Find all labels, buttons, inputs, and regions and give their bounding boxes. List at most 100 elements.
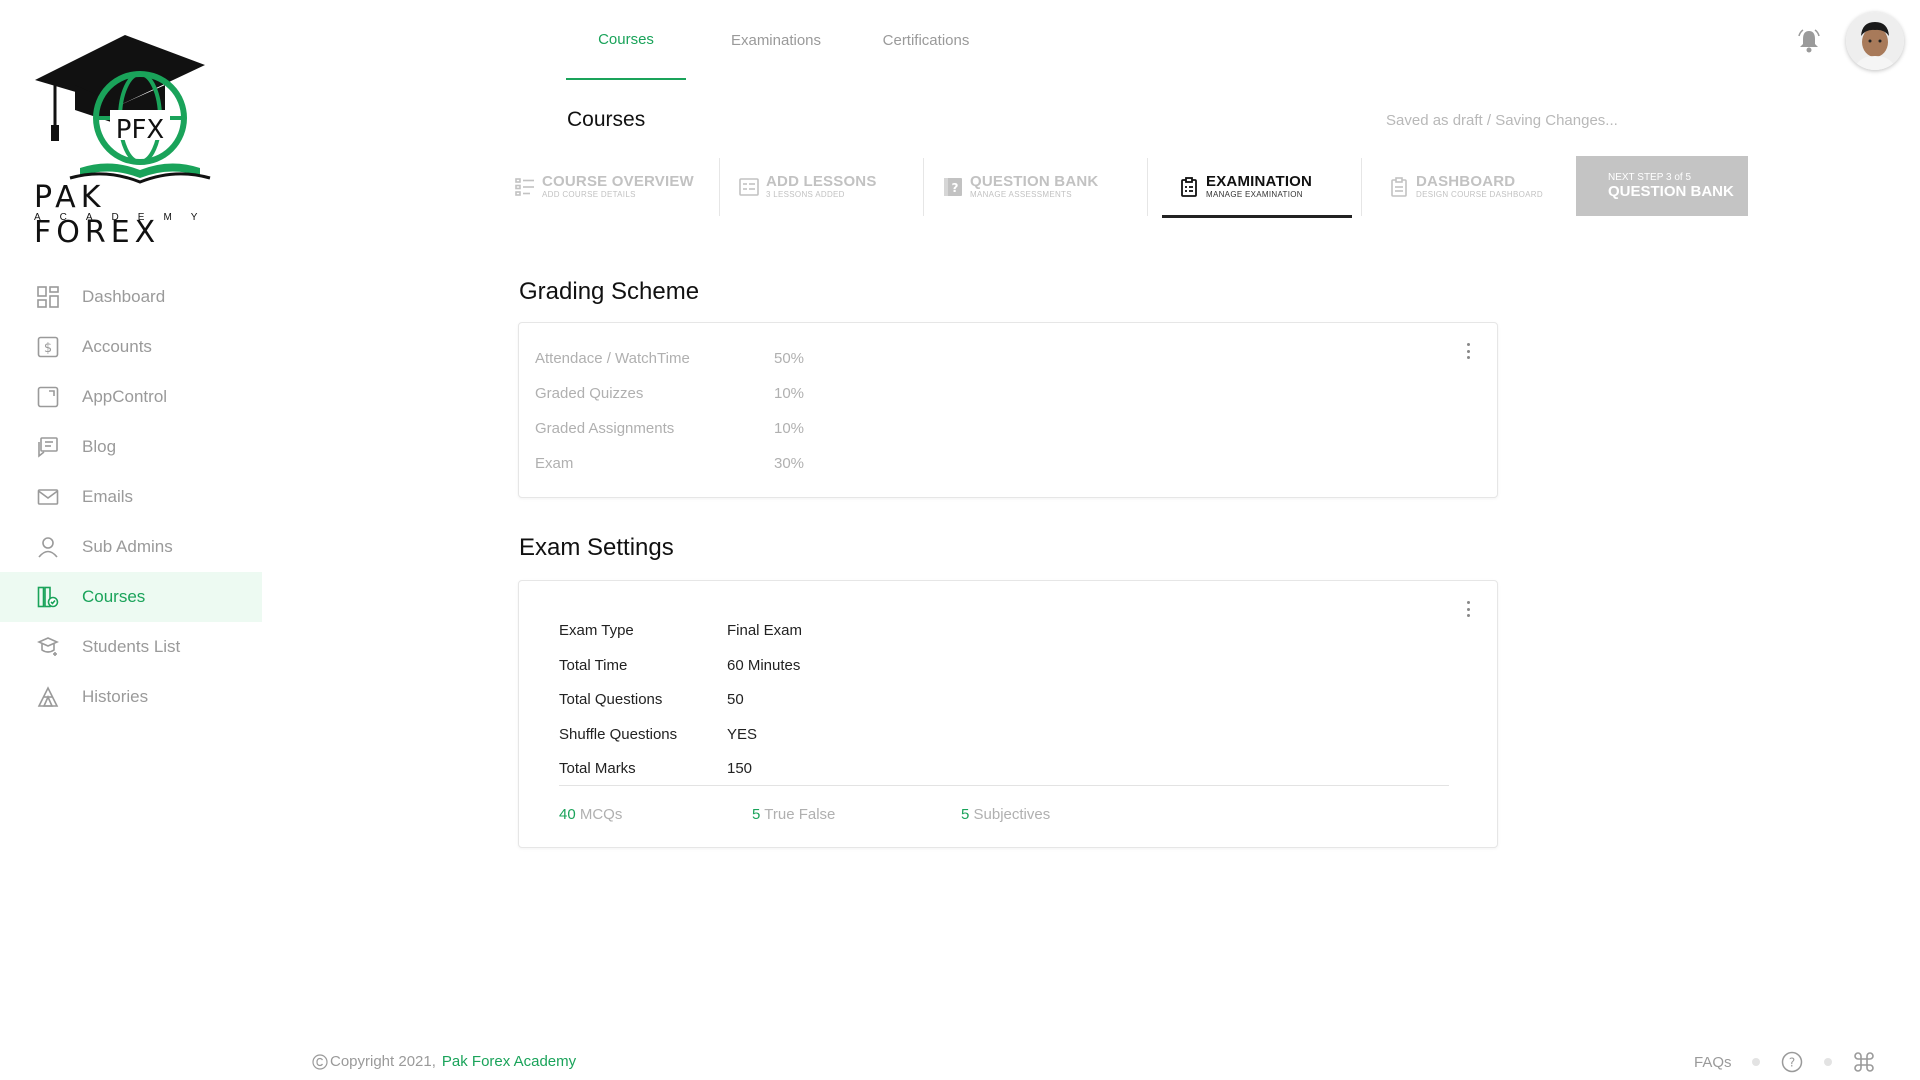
sidebar: PFX PAK FOREX ACADEMY Dashboard $ Accoun… [0, 0, 262, 1080]
step-question-bank[interactable]: ? QUESTION BANK MANAGE ASSESSMENTS [924, 156, 1148, 218]
step-title: QUESTION BANK [970, 173, 1099, 190]
sidebar-item-courses[interactable]: Courses [0, 572, 262, 622]
sidebar-item-sub-admins[interactable]: Sub Admins [0, 522, 262, 572]
courses-icon [36, 585, 60, 609]
step-subtitle: ADD COURSE DETAILS [542, 190, 636, 199]
app-control-icon [36, 385, 60, 409]
grading-more-icon[interactable] [1461, 343, 1475, 359]
step-examination[interactable]: EXAMINATION MANAGE EXAMINATION [1148, 156, 1362, 218]
grading-value: 30% [774, 455, 805, 472]
grading-scheme-title: Grading Scheme [519, 278, 700, 305]
tab-examinations[interactable]: Examinations [716, 0, 836, 80]
subjectives-count: 5 Subjectives [961, 806, 1051, 823]
sidebar-item-label: Emails [82, 487, 134, 506]
exam-setting-value: Final Exam [727, 622, 803, 639]
mcq-count: 40 MCQs [559, 806, 623, 823]
save-status: Saved as draft / Saving Changes... [1386, 112, 1618, 129]
sidebar-item-appcontrol[interactable]: AppControl [0, 372, 262, 422]
next-step-title: QUESTION BANK [1608, 183, 1734, 200]
email-icon [36, 485, 60, 509]
students-icon [36, 635, 60, 659]
sidebar-item-students-list[interactable]: Students List [0, 622, 262, 672]
separator-dot [1751, 1058, 1760, 1066]
grading-label: Exam [535, 455, 574, 472]
step-subtitle: 3 LESSONS ADDED [766, 190, 845, 199]
svg-text:PFX: PFX [116, 115, 164, 145]
exam-setting-label: Exam Type [559, 622, 634, 639]
step-title: COURSE OVERVIEW [542, 173, 694, 190]
exam-setting-label: Total Time [559, 657, 628, 674]
exam-settings-title: Exam Settings [519, 534, 674, 561]
sidebar-item-label: AppControl [82, 387, 168, 406]
step-subtitle: MANAGE ASSESSMENTS [970, 190, 1072, 199]
tab-certifications[interactable]: Certifications [866, 0, 986, 80]
sidebar-item-label: Dashboard [82, 287, 166, 306]
step-subtitle: MANAGE EXAMINATION [1206, 190, 1303, 199]
separator-dot [1823, 1058, 1832, 1066]
help-icon[interactable]: ? [1780, 1050, 1804, 1074]
sidebar-item-label: Sub Admins [82, 537, 173, 556]
exam-setting-label: Total Questions [559, 691, 663, 708]
dashboard-icon [36, 285, 60, 309]
list-icon [514, 176, 536, 198]
step-course-overview[interactable]: COURSE OVERVIEW ADD COURSE DETAILS [496, 156, 720, 218]
histories-icon [36, 685, 60, 709]
step-title: EXAMINATION [1206, 173, 1313, 190]
sidebar-item-histories[interactable]: Histories [0, 672, 262, 722]
top-nav-tabs: Courses Examinations Certifications [566, 0, 1016, 80]
exam-setting-label: Shuffle Questions [559, 726, 678, 743]
step-subtitle: DESIGN COURSE DASHBOARD [1416, 190, 1543, 199]
copyright-text: Copyright 2021, [330, 1053, 436, 1070]
sidebar-item-label: Histories [82, 687, 149, 706]
exam-setting-value: YES [727, 726, 758, 743]
step-title: DASHBOARD [1416, 173, 1516, 190]
sidebar-item-label: Courses [82, 587, 146, 606]
sidebar-item-label: Accounts [82, 337, 152, 356]
sidebar-item-blog[interactable]: Blog [0, 422, 262, 472]
svg-text:$: $ [44, 341, 52, 356]
footer-brand-link[interactable]: Pak Forex Academy [442, 1053, 576, 1070]
grading-value: 10% [774, 385, 805, 402]
true-false-count: 5 True False [752, 806, 836, 823]
grading-value: 50% [774, 350, 805, 367]
exam-setting-value: 150 [727, 760, 753, 777]
dashboard-clipboard-icon [1388, 176, 1410, 198]
step-title: ADD LESSONS [766, 173, 877, 190]
active-step-indicator [1162, 215, 1352, 218]
grading-value: 10% [774, 420, 805, 437]
next-step-button[interactable]: NEXT STEP 3 of 5 QUESTION BANK [1576, 156, 1748, 216]
divider [559, 785, 1449, 786]
copyright-icon [312, 1053, 328, 1070]
footer-links: FAQs ? [1694, 1048, 1896, 1076]
svg-text:?: ? [952, 181, 959, 195]
avatar-image [1846, 12, 1904, 70]
clipboard-icon [1178, 176, 1200, 198]
blog-icon [36, 435, 60, 459]
step-dashboard[interactable]: DASHBOARD DESIGN COURSE DASHBOARD [1362, 156, 1564, 218]
exam-more-icon[interactable] [1461, 601, 1475, 617]
dollar-icon: $ [36, 335, 60, 359]
exam-setting-label: Total Marks [559, 760, 636, 777]
faqs-link[interactable]: FAQs [1694, 1054, 1732, 1071]
grading-label: Attendace / WatchTime [535, 350, 690, 367]
sidebar-item-emails[interactable]: Emails [0, 472, 262, 522]
footer-copyright: Copyright 2021, Pak Forex Academy [312, 1053, 576, 1070]
notification-bell-icon[interactable] [1796, 28, 1822, 54]
sidebar-item-dashboard[interactable]: Dashboard [0, 272, 262, 322]
page-title: Courses [567, 108, 646, 131]
logo-subtext: ACADEMY [34, 212, 217, 223]
command-icon[interactable] [1852, 1050, 1876, 1074]
sidebar-item-label: Students List [82, 637, 181, 656]
avatar[interactable] [1846, 12, 1904, 70]
tab-courses[interactable]: Courses [566, 0, 686, 80]
grading-label: Graded Assignments [535, 420, 675, 437]
sidebar-item-accounts[interactable]: $ Accounts [0, 322, 262, 372]
exam-settings-card: Exam Type Final Exam Total Time 60 Minut… [518, 580, 1498, 848]
step-add-lessons[interactable]: ADD LESSONS 3 LESSONS ADDED [720, 156, 924, 218]
course-steps: COURSE OVERVIEW ADD COURSE DETAILS ADD L… [496, 156, 1748, 218]
exam-setting-value: 60 Minutes [727, 657, 801, 674]
lessons-icon [738, 176, 760, 198]
sidebar-nav: Dashboard $ Accounts AppControl Blog Ema… [0, 272, 262, 722]
grading-scheme-card: Attendace / WatchTime 50% Graded Quizzes… [518, 322, 1498, 498]
exam-setting-value: 50 [727, 691, 744, 708]
